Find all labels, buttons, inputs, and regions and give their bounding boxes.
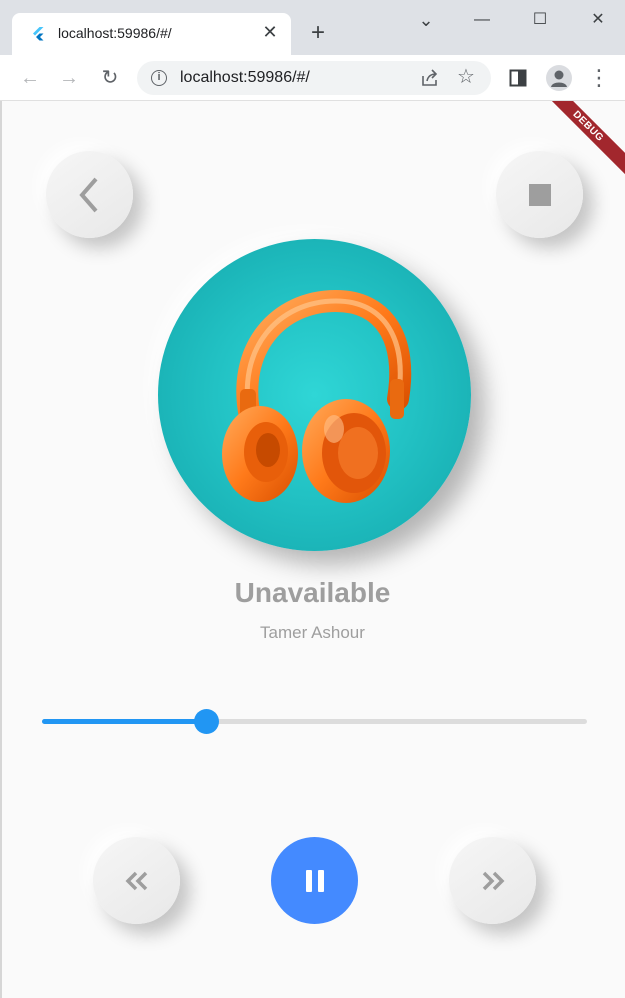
song-artist: Tamer Ashour: [260, 623, 365, 642]
browser-toolbar: ← → ↻ i localhost:59986/#/ ☆ ⋮: [0, 55, 625, 101]
back-nav-icon[interactable]: ←: [16, 64, 44, 92]
chevron-left-icon: [78, 177, 98, 212]
next-button[interactable]: [449, 837, 536, 924]
double-chevron-right-icon: [482, 871, 504, 890]
back-button[interactable]: [46, 151, 133, 238]
music-player-app: DEBUG Unavailable Tamer Ashour: [0, 101, 625, 998]
album-artwork: [158, 239, 471, 551]
song-title: Unavailable: [234, 577, 391, 608]
close-window-button[interactable]: ✕: [583, 8, 613, 32]
share-icon[interactable]: [419, 67, 441, 89]
profile-avatar[interactable]: [546, 65, 572, 91]
browser-tab[interactable]: localhost:59986/#/ ✕: [12, 13, 291, 55]
pause-icon: [305, 869, 324, 892]
side-panel-icon[interactable]: [509, 69, 527, 87]
browser-menu-icon[interactable]: ⋮: [585, 64, 613, 92]
headphones-icon: [222, 289, 412, 503]
bookmark-star-icon[interactable]: ☆: [457, 65, 475, 89]
tab-close-icon[interactable]: ✕: [260, 22, 280, 42]
browser-titlebar: localhost:59986/#/ ✕ + ⌄ — ☐ ✕: [0, 0, 625, 55]
tab-search-icon[interactable]: ⌄: [411, 8, 441, 32]
progress-slider-thumb[interactable]: [193, 709, 219, 734]
forward-nav-icon[interactable]: →: [55, 64, 83, 92]
tab-title: localhost:59986/#/: [58, 25, 172, 41]
new-tab-button[interactable]: +: [306, 21, 330, 46]
person-icon: [551, 70, 567, 87]
stop-icon: [528, 183, 551, 206]
reload-icon[interactable]: ↻: [96, 64, 124, 92]
flutter-favicon-icon: [33, 27, 44, 41]
stop-button[interactable]: [496, 151, 583, 238]
pause-button[interactable]: [271, 837, 358, 924]
address-url[interactable]: localhost:59986/#/: [180, 69, 310, 87]
progress-slider-fill: [42, 719, 206, 724]
previous-button[interactable]: [93, 837, 180, 924]
address-bar[interactable]: i localhost:59986/#/ ☆: [137, 61, 491, 95]
site-info-icon[interactable]: i: [151, 70, 167, 86]
window-edge: [0, 101, 2, 998]
maximize-button[interactable]: ☐: [525, 8, 555, 32]
minimize-button[interactable]: —: [467, 8, 497, 32]
progress-slider[interactable]: [42, 709, 587, 734]
double-chevron-left-icon: [125, 871, 147, 890]
